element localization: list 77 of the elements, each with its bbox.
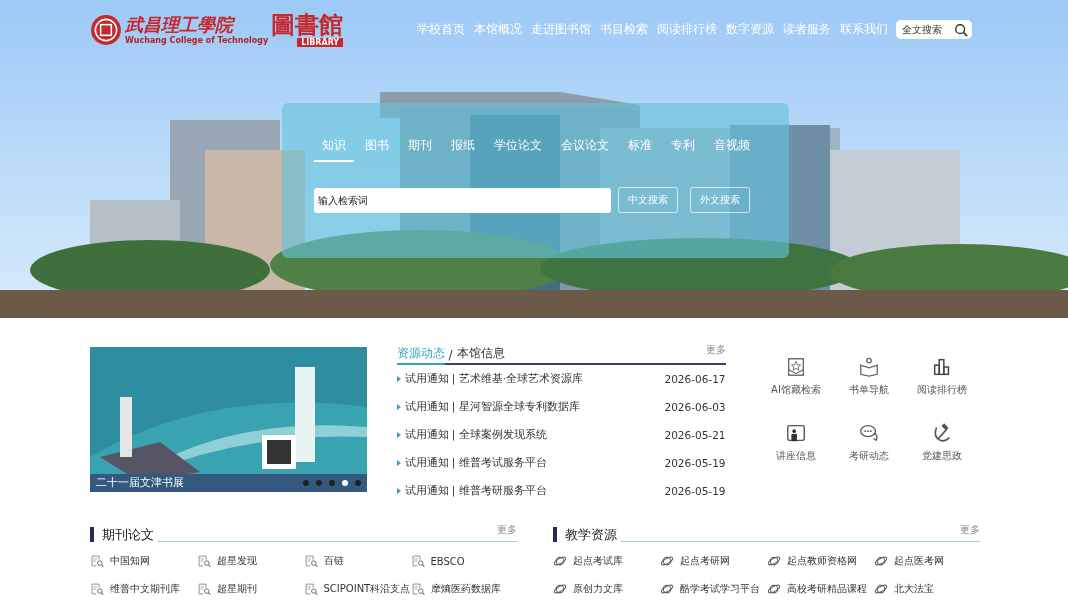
planet-icon <box>659 554 674 568</box>
news-link[interactable]: 试用通知 | 维普考研服务平台 <box>404 484 547 498</box>
carousel-dot[interactable] <box>341 480 348 486</box>
more-link[interactable]: 更多 <box>496 523 517 537</box>
quick-link[interactable]: 党建思政 <box>905 422 979 463</box>
quick-link[interactable]: 阅读排行榜 <box>905 356 979 397</box>
resource-link[interactable]: 起点考研网 <box>659 554 767 568</box>
document-search-icon <box>89 554 104 568</box>
document-search-icon <box>196 582 211 596</box>
search-field[interactable]: 输入检索词 <box>314 187 611 213</box>
bullet-icon <box>396 376 401 382</box>
news-date: 2026-05-21 <box>664 429 726 441</box>
carousel-dot[interactable] <box>315 480 322 486</box>
bullet-icon <box>396 432 401 438</box>
planet-icon <box>873 554 888 568</box>
resource-link[interactable]: 起点医考网 <box>873 554 981 568</box>
resource-link[interactable]: 中国知网 <box>89 554 197 568</box>
search-icon[interactable] <box>954 23 968 37</box>
carousel-dot[interactable] <box>328 480 335 486</box>
news-link[interactable]: 试用通知 | 全球案例发现系统 <box>404 428 547 442</box>
planet-icon <box>659 582 674 596</box>
logo-library-name: 圖書館 <box>271 12 344 38</box>
presenter-icon <box>785 422 807 444</box>
more-link[interactable]: 更多 <box>705 343 726 357</box>
section-title: 教学资源 <box>552 527 621 542</box>
document-search-icon <box>196 554 211 568</box>
planet-icon <box>552 554 567 568</box>
resource-link[interactable]: 高校考研精品课程 <box>766 582 874 596</box>
resource-link[interactable]: 原创力文库 <box>552 582 660 596</box>
section-title: 期刊论文 <box>89 527 158 542</box>
planet-icon <box>766 554 781 568</box>
planet-icon <box>873 582 888 596</box>
resource-link[interactable]: 起点教师资格网 <box>766 554 874 568</box>
resource-link[interactable]: 超星发现 <box>196 554 304 568</box>
quick-link[interactable]: 书单导航 <box>832 356 906 397</box>
bullet-icon <box>396 460 401 466</box>
news-date: 2026-06-17 <box>664 373 726 385</box>
quick-link[interactable]: 讲座信息 <box>759 422 833 463</box>
carousel-caption: 二十一届文津书展 <box>95 475 184 490</box>
resource-link[interactable]: 百链 <box>303 554 411 568</box>
bullet-icon <box>396 488 401 494</box>
open-book-icon <box>858 356 880 378</box>
news-date: 2026-05-19 <box>664 485 726 497</box>
news-link[interactable]: 试用通知 | 艺术维基·全球艺术资源库 <box>404 372 584 386</box>
resource-link[interactable]: 超星期刊 <box>196 582 304 596</box>
logo-school-name: 武昌理工學院 <box>125 14 269 36</box>
document-search-icon <box>410 582 425 596</box>
logo-english-name: Wuchang College of Technology <box>125 36 269 45</box>
news-date: 2026-05-19 <box>664 457 726 469</box>
document-search-icon <box>89 582 104 596</box>
site-search-field[interactable]: 全文搜索 <box>896 20 972 39</box>
document-search-icon <box>410 554 425 568</box>
bullet-icon <box>396 404 401 410</box>
resource-link[interactable]: 酷学考试学习平台 <box>659 582 767 596</box>
document-search-icon <box>303 582 318 596</box>
separator: / <box>448 348 453 362</box>
logo-badge: LIBRARY <box>297 38 344 47</box>
news-link[interactable]: 试用通知 | 维普考试服务平台 <box>404 456 547 470</box>
news-link[interactable]: 试用通知 | 星河智源全球专利数据库 <box>404 400 580 414</box>
news-tab[interactable]: 本馆信息 <box>456 345 505 363</box>
quick-link[interactable]: 考研动态 <box>832 422 906 463</box>
resource-link[interactable]: 摩熵医药数据库 <box>410 582 518 596</box>
carousel-dot[interactable] <box>302 480 309 486</box>
resource-link[interactable]: SCIPOINT科沿支点 <box>303 582 411 596</box>
planet-icon <box>552 582 567 596</box>
resource-link[interactable]: 北大法宝 <box>873 582 981 596</box>
resource-link[interactable]: 维普中文期刊库 <box>89 582 197 596</box>
document-search-icon <box>303 554 318 568</box>
more-link[interactable]: 更多 <box>959 523 980 537</box>
news-date: 2026-06-03 <box>664 401 726 413</box>
resource-link[interactable]: 起点考试库 <box>552 554 660 568</box>
seal-icon <box>90 13 122 46</box>
resource-link[interactable]: EBSCO <box>410 554 518 568</box>
carousel-dot[interactable] <box>354 480 361 486</box>
chat-bubbles-icon <box>858 422 880 444</box>
quick-link[interactable]: AI馆藏检索 <box>759 356 833 397</box>
planet-icon <box>766 582 781 596</box>
